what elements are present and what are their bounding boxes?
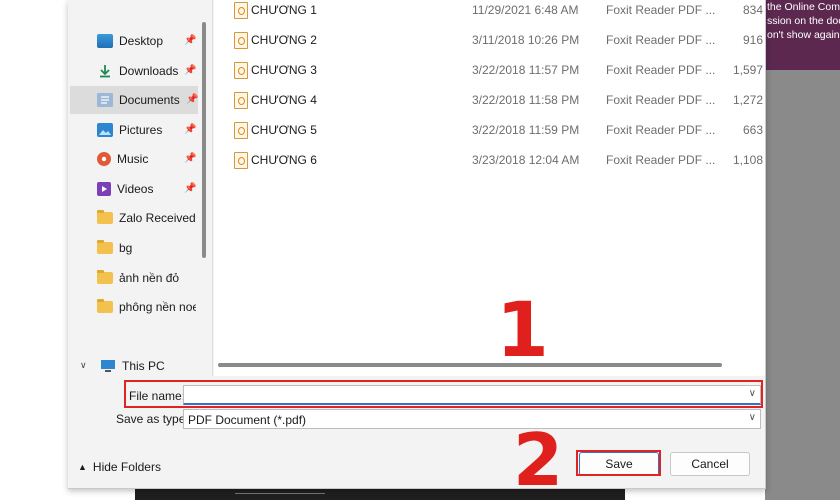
sidebar-item-pictures[interactable]: Pictures 📌 (70, 116, 196, 144)
file-date: 3/22/2018 11:59 PM (472, 123, 580, 137)
sidebar-item-label: Music (117, 152, 149, 166)
sidebar-item-bg[interactable]: bg (70, 234, 196, 262)
documents-icon (97, 93, 113, 107)
pdf-file-icon (234, 92, 248, 109)
background-app-panel: the Online Comme ssion on the doc on't s… (765, 0, 840, 500)
file-date: 3/22/2018 11:58 PM (472, 93, 580, 107)
save-highlight-box (576, 450, 661, 476)
cancel-button[interactable]: Cancel (670, 452, 750, 476)
sidebar-item-label: Documents (119, 93, 180, 107)
sidebar-item-label: Desktop (119, 34, 164, 48)
file-name: CHƯƠNG 1 (251, 3, 317, 17)
file-size: 916 (742, 33, 763, 47)
file-date: 3/11/2018 10:26 PM (472, 33, 580, 47)
folder-icon (97, 299, 113, 313)
pin-icon[interactable]: 📌 (186, 94, 198, 106)
file-date: 3/23/2018 12:04 AM (472, 153, 580, 167)
navigation-pane: Desktop 📌 Downloads 📌 Documents 📌 Pictur… (68, 0, 213, 376)
pdf-file-icon (234, 2, 248, 19)
file-size: 834 (742, 3, 763, 17)
file-row[interactable]: CHƯƠNG 1 11/29/2021 6:48 AM Foxit Reader… (214, 0, 765, 24)
sidebar-item-label: Downloads (119, 64, 179, 78)
file-type: Foxit Reader PDF ... (606, 93, 716, 107)
sidebar-item-label: This PC (122, 359, 165, 373)
videos-icon (97, 182, 111, 196)
chevron-down-icon[interactable]: ∨ (749, 412, 756, 423)
save-type-value: PDF Document (*.pdf) (188, 413, 307, 427)
file-date: 11/29/2021 6:48 AM (472, 3, 579, 17)
file-row[interactable]: CHƯƠNG 4 3/22/2018 11:58 PM Foxit Reader… (214, 86, 765, 114)
sidebar-item-label: phông nền noel (119, 300, 196, 314)
promo-line-1: the Online Comme (767, 1, 840, 13)
pictures-icon (97, 123, 113, 137)
sidebar-item-label: Videos (117, 182, 154, 196)
file-type: Foxit Reader PDF ... (606, 123, 716, 137)
pin-icon[interactable]: 📌 (184, 65, 196, 77)
sidebar-item-label: ảnh nền đỏ (119, 271, 180, 285)
sidebar-item-downloads[interactable]: Downloads 📌 (70, 57, 196, 85)
step-number-2: 2 (513, 418, 564, 502)
file-list: CHƯƠNG 1 11/29/2021 6:48 AM Foxit Reader… (214, 0, 765, 376)
sidebar-item-videos[interactable]: Videos 📌 (70, 175, 196, 203)
sidebar-item-music[interactable]: Music 📌 (70, 145, 196, 173)
promo-text: the Online Comme ssion on the doc on't s… (765, 0, 840, 70)
background-gray-area (765, 70, 840, 500)
file-name: CHƯƠNG 2 (251, 33, 317, 47)
file-row[interactable]: CHƯƠNG 2 3/11/2018 10:26 PM Foxit Reader… (214, 26, 765, 54)
file-type: Foxit Reader PDF ... (606, 63, 716, 77)
sidebar-item-label: Zalo Received F (119, 211, 196, 225)
file-type: Foxit Reader PDF ... (606, 33, 716, 47)
file-type: Foxit Reader PDF ... (606, 153, 716, 167)
pin-icon[interactable]: 📌 (184, 153, 196, 165)
file-name: CHƯƠNG 6 (251, 153, 317, 167)
download-icon (97, 64, 113, 78)
save-type-label: Save as type: (116, 412, 189, 426)
folder-icon (97, 240, 113, 254)
sidebar-item-desktop[interactable]: Desktop 📌 (70, 27, 196, 55)
save-type-select[interactable]: PDF Document (*.pdf) ∨ (183, 409, 761, 429)
promo-line-3: on't show again (767, 29, 840, 41)
pin-icon[interactable]: 📌 (184, 183, 196, 195)
hide-folders-label: Hide Folders (92, 460, 161, 474)
sidebar-item-zalo-received[interactable]: Zalo Received F (70, 204, 196, 232)
pdf-file-icon (234, 152, 248, 169)
pdf-file-icon (234, 32, 248, 49)
file-size: 1,597 (732, 63, 763, 77)
desktop-icon (97, 34, 113, 48)
pdf-file-icon (234, 62, 248, 79)
file-size: 663 (742, 123, 763, 137)
pdf-file-icon (234, 122, 248, 139)
horizontal-scrollbar[interactable] (218, 363, 722, 367)
sidebar-item-anh-nen-do[interactable]: ảnh nền đỏ (70, 264, 196, 292)
save-as-dialog: Desktop 📌 Downloads 📌 Documents 📌 Pictur… (68, 0, 766, 489)
file-size: 1,108 (732, 153, 763, 167)
promo-line-2: ssion on the doc (767, 15, 840, 27)
file-size: 1,272 (732, 93, 763, 107)
file-name: CHƯƠNG 4 (251, 93, 317, 107)
chevron-up-icon: ▲ (78, 462, 87, 472)
file-type: Foxit Reader PDF ... (606, 3, 716, 17)
pin-icon[interactable]: 📌 (184, 124, 196, 136)
file-row[interactable]: CHƯƠNG 3 3/22/2018 11:57 PM Foxit Reader… (214, 56, 765, 84)
step-number-1: 1 (496, 285, 549, 374)
file-name: CHƯƠNG 3 (251, 63, 317, 77)
folder-icon (97, 270, 113, 284)
chevron-down-icon[interactable]: ∨ (80, 360, 87, 371)
folder-icon (97, 210, 113, 224)
file-row[interactable]: CHƯƠNG 5 3/22/2018 11:59 PM Foxit Reader… (214, 116, 765, 144)
sidebar-item-label: bg (119, 241, 133, 255)
background-left (0, 0, 68, 500)
file-name-highlight-box (124, 380, 763, 408)
computer-icon (100, 359, 116, 373)
sidebar-item-phong-nen-noel[interactable]: phông nền noel (70, 293, 196, 321)
pin-icon[interactable]: 📌 (184, 35, 196, 47)
nav-scrollbar[interactable] (202, 22, 206, 258)
sidebar-item-label: Pictures (119, 123, 163, 137)
music-icon (97, 152, 111, 166)
file-name: CHƯƠNG 5 (251, 123, 317, 137)
sidebar-item-documents[interactable]: Documents 📌 (70, 86, 198, 114)
file-row[interactable]: CHƯƠNG 6 3/23/2018 12:04 AM Foxit Reader… (214, 146, 765, 174)
hide-folders-button[interactable]: ▲ Hide Folders (78, 460, 161, 474)
file-date: 3/22/2018 11:57 PM (472, 63, 580, 77)
